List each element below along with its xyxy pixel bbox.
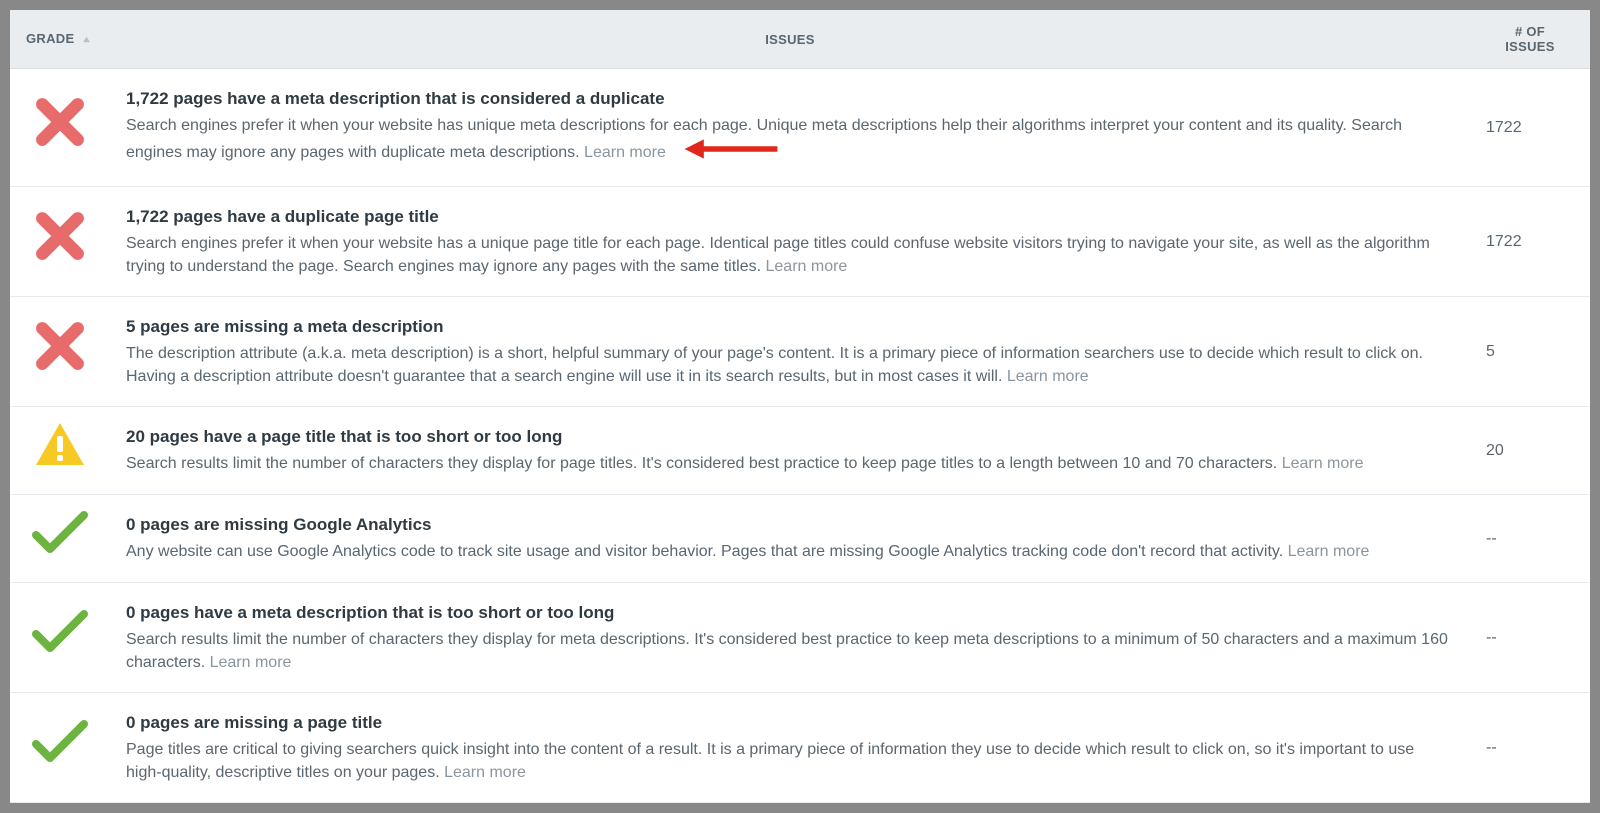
issue-description: Page titles are critical to giving searc… [126,741,1414,781]
grade-cell [10,495,110,583]
grade-cell [10,187,110,297]
column-header-count[interactable]: # OF ISSUES [1470,10,1590,69]
issues-header-label: ISSUES [765,32,814,47]
table-body: 1,722 pages have a meta description that… [10,69,1590,803]
fail-x-icon [34,359,86,376]
issue-count: 5 [1470,297,1590,407]
grade-cell [10,693,110,803]
issue-title: 5 pages are missing a meta description [126,315,1454,340]
sort-ascending-icon [82,32,91,47]
count-header-label-line1: # OF [1515,24,1545,39]
learn-more-link[interactable]: Learn more [766,258,848,275]
learn-more-link[interactable]: Learn more [444,764,526,781]
issue-title: 0 pages are missing a page title [126,711,1454,736]
learn-more-link[interactable]: Learn more [584,144,666,161]
column-header-grade[interactable]: GRADE [10,10,110,69]
issues-table-container: GRADE ISSUES # OF ISSUES 1,722 pages hav… [10,10,1590,803]
issue-cell: 0 pages are missing Google Analytics Any … [110,495,1470,583]
fail-x-icon [34,249,86,266]
issue-count: -- [1470,693,1590,803]
table-row[interactable]: 5 pages are missing a meta description Th… [10,297,1590,407]
learn-more-link[interactable]: Learn more [1288,543,1370,560]
grade-header-label: GRADE [26,31,74,46]
table-row[interactable]: 1,722 pages have a meta description that… [10,69,1590,187]
warning-icon [34,456,86,473]
grade-cell [10,583,110,693]
pass-check-icon [32,643,88,660]
pass-check-icon [32,753,88,770]
pass-check-icon [32,544,88,561]
fail-x-icon [34,135,86,152]
table-row[interactable]: 0 pages have a meta description that is … [10,583,1590,693]
issue-cell: 1,722 pages have a duplicate page titleS… [110,187,1470,297]
issue-cell: 20 pages have a page title that is too s… [110,407,1470,495]
grade-cell [10,297,110,407]
count-header-label-line2: ISSUES [1505,39,1554,54]
issue-description: Any website can use Google Analytics cod… [126,543,1288,560]
issue-count: -- [1470,495,1590,583]
learn-more-link[interactable]: Learn more [1007,368,1089,385]
issue-count: -- [1470,583,1590,693]
issue-title: 0 pages are missing Google Analytics [126,513,1454,538]
issue-title: 20 pages have a page title that is too s… [126,425,1454,450]
learn-more-link[interactable]: Learn more [210,654,292,671]
table-row[interactable]: 20 pages have a page title that is too s… [10,407,1590,495]
column-header-issues[interactable]: ISSUES [110,10,1470,69]
issue-cell: 0 pages are missing a page title Page tit… [110,693,1470,803]
issue-description: Search results limit the number of chara… [126,455,1282,472]
issue-description: Search results limit the number of chara… [126,631,1448,671]
issue-description: The description attribute (a.k.a. meta d… [126,345,1423,385]
issue-cell: 5 pages are missing a meta description Th… [110,297,1470,407]
issues-table: GRADE ISSUES # OF ISSUES 1,722 pages hav… [10,10,1590,803]
grade-cell [10,69,110,187]
annotation-arrow-icon [676,137,786,168]
issue-title: 0 pages have a meta description that is … [126,601,1454,626]
issue-cell: 1,722 pages have a meta description that… [110,69,1470,187]
table-row[interactable]: 0 pages are missing a page title Page tit… [10,693,1590,803]
issue-count: 20 [1470,407,1590,495]
issue-count: 1722 [1470,69,1590,187]
table-header-row: GRADE ISSUES # OF ISSUES [10,10,1590,69]
learn-more-link[interactable]: Learn more [1282,455,1364,472]
issue-title: 1,722 pages have a meta description that… [126,87,1454,112]
issue-title: 1,722 pages have a duplicate page title [126,205,1454,230]
grade-cell [10,407,110,495]
issue-count: 1722 [1470,187,1590,297]
table-row[interactable]: 0 pages are missing Google Analytics Any … [10,495,1590,583]
issue-cell: 0 pages have a meta description that is … [110,583,1470,693]
table-row[interactable]: 1,722 pages have a duplicate page titleS… [10,187,1590,297]
